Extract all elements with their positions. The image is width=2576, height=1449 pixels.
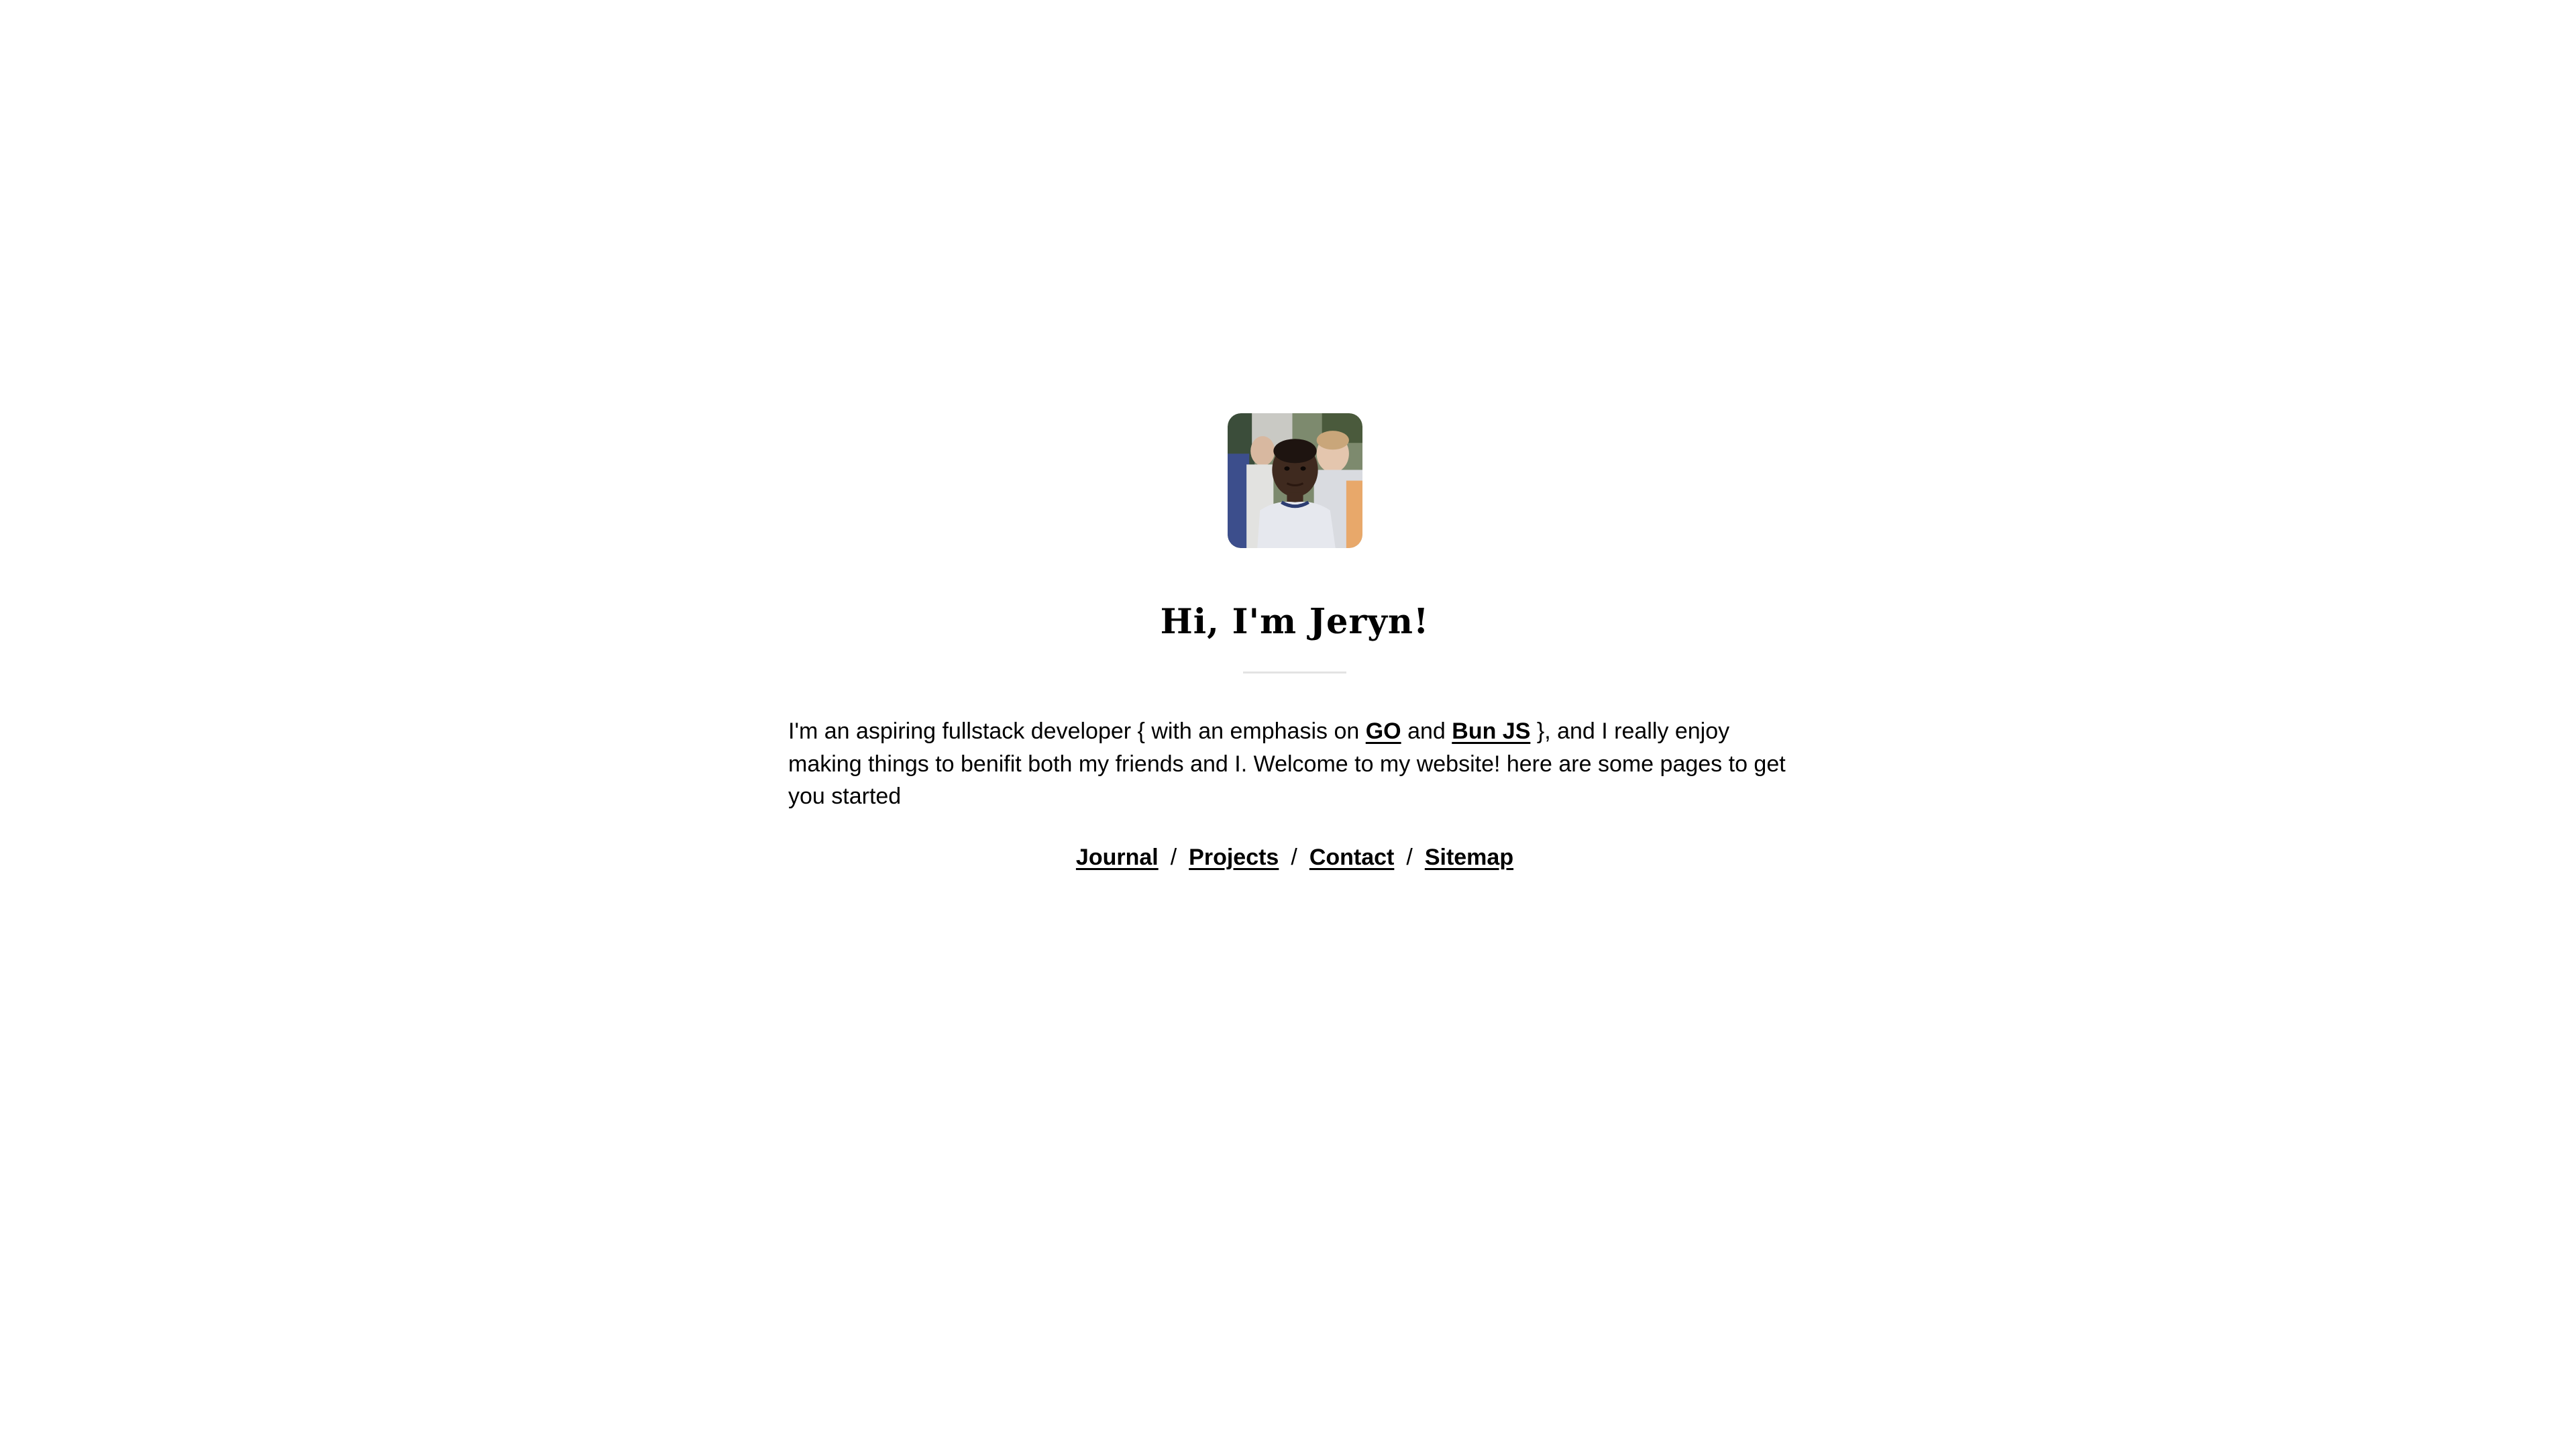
bun-js-link[interactable]: Bun JS [1452,718,1530,744]
nav-link-projects[interactable]: Projects [1189,845,1279,870]
page-title: Hi, I'm Jeryn! [1160,602,1430,642]
intro-paragraph: I'm an aspiring fullstack developer { wi… [788,715,1801,813]
go-link[interactable]: GO [1366,718,1401,744]
nav-link-sitemap[interactable]: Sitemap [1425,845,1513,870]
avatar-container [788,413,1801,548]
nav-separator: / [1170,844,1177,870]
intro-text-2: and [1401,718,1452,744]
divider [1243,672,1346,674]
avatar [1227,413,1362,548]
home-page: Hi, I'm Jeryn! I'm an aspiring fullstack… [788,413,1801,873]
nav-link-contact[interactable]: Contact [1309,845,1395,870]
nav-separator: / [1291,844,1297,870]
nav-link-journal[interactable]: Journal [1076,845,1159,870]
nav-separator: / [1406,844,1413,870]
page-nav: Journal / Projects / Contact / Sitemap [788,841,1801,873]
intro-text-1: I'm an aspiring fullstack developer { wi… [788,718,1366,744]
